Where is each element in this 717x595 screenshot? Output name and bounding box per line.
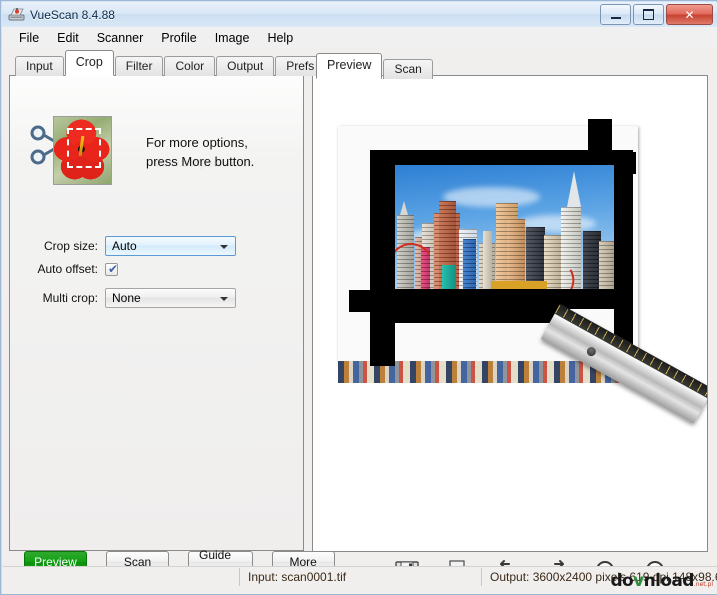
crop-mask-right <box>614 150 633 350</box>
cloud <box>443 187 540 208</box>
maximize-button[interactable] <box>633 4 664 25</box>
crop-size-select[interactable]: Auto <box>105 236 236 256</box>
building <box>463 239 476 289</box>
menu-item-profile[interactable]: Profile <box>152 29 205 47</box>
window-texture <box>463 239 476 289</box>
minimize-icon <box>610 14 621 19</box>
preview-canvas[interactable] <box>312 75 708 552</box>
title-bar: VueScan 8.4.88 ✕ <box>2 2 717 27</box>
tab-crop[interactable]: Crop <box>64 50 114 76</box>
watermark-suffix: .net.pl <box>693 581 713 588</box>
auto-offset-row: Auto offset: ✔ <box>10 261 119 276</box>
menu-item-image[interactable]: Image <box>206 29 259 47</box>
watermark-v: v <box>633 571 644 591</box>
crop-size-label: Crop size: <box>43 239 98 253</box>
settings-tab-bar: Input Crop Filter Color Output Prefs <box>15 50 326 76</box>
checkmark-icon: ✔ <box>108 261 119 276</box>
hint-text: For more options, press More button. <box>146 133 254 171</box>
crop-size-value: Auto <box>112 239 137 253</box>
city-skyline-photo <box>395 165 614 289</box>
maximize-icon <box>643 9 654 20</box>
status-input: Input: scan0001.tif <box>248 569 347 584</box>
download-watermark: dovnload.net.pl <box>610 571 713 591</box>
hint-line-2: press More button. <box>146 154 255 169</box>
menu-bar: File Edit Scanner Profile Image Help <box>2 27 717 48</box>
minimize-button[interactable] <box>600 4 631 25</box>
preview-panel: Preview Scan <box>312 53 710 586</box>
settings-panel: Input Crop Filter Color Output Prefs www… <box>9 50 335 576</box>
chevron-down-icon <box>220 297 228 301</box>
building <box>442 265 456 289</box>
crop-size-row: Crop size: Auto <box>10 236 236 256</box>
crop-mask-tab-top <box>588 119 612 152</box>
tab-scan[interactable]: Scan <box>383 59 433 79</box>
close-icon: ✕ <box>684 7 695 22</box>
close-button[interactable]: ✕ <box>666 4 713 25</box>
window-texture <box>599 241 614 289</box>
menu-item-scanner[interactable]: Scanner <box>88 29 153 47</box>
tab-preview[interactable]: Preview <box>316 53 383 79</box>
multi-crop-row: Multi crop: None <box>10 288 236 308</box>
window-title: VueScan 8.4.88 <box>30 7 115 22</box>
preview-tab-bar: Preview Scan <box>316 53 434 79</box>
crop-preview-thumbnail <box>53 116 112 185</box>
building-spire <box>400 201 408 215</box>
crop-marquee <box>66 128 101 168</box>
scanner-icon <box>8 6 25 23</box>
auto-offset-checkbox[interactable]: ✔ <box>105 261 119 276</box>
tab-color[interactable]: Color <box>164 56 216 76</box>
chevron-down-icon <box>220 245 228 249</box>
crop-mask-foot <box>370 309 395 366</box>
window-controls: ✕ <box>600 4 713 25</box>
roller-coaster-support <box>491 281 547 289</box>
multi-crop-select[interactable]: None <box>105 288 236 308</box>
crop-tab-panel: www.softpedia.com For more options, pres… <box>9 75 304 551</box>
crop-mask-shelf <box>395 309 570 323</box>
chrysler-spire-icon <box>567 171 581 207</box>
menu-item-file[interactable]: File <box>10 29 48 47</box>
menu-item-help[interactable]: Help <box>258 29 302 47</box>
hint-line-1: For more options, <box>146 135 248 150</box>
multi-crop-value: None <box>112 291 141 305</box>
tab-filter[interactable]: Filter <box>114 56 164 76</box>
vuescan-window: VueScan 8.4.88 ✕ File Edit Scanner Profi… <box>0 0 717 595</box>
menu-item-edit[interactable]: Edit <box>48 29 88 47</box>
tab-output[interactable]: Output <box>216 56 275 76</box>
watermark-do: do <box>610 571 634 591</box>
watermark-nload: nload <box>643 571 695 591</box>
scanned-image <box>338 114 707 424</box>
client-area: Input Crop Filter Color Output Prefs www… <box>2 48 717 594</box>
tab-input[interactable]: Input <box>15 56 64 76</box>
crop-mask-bottom <box>370 289 633 309</box>
auto-offset-label: Auto offset: <box>37 262 99 276</box>
building <box>599 241 614 289</box>
multi-crop-label: Multi crop: <box>42 291 98 305</box>
